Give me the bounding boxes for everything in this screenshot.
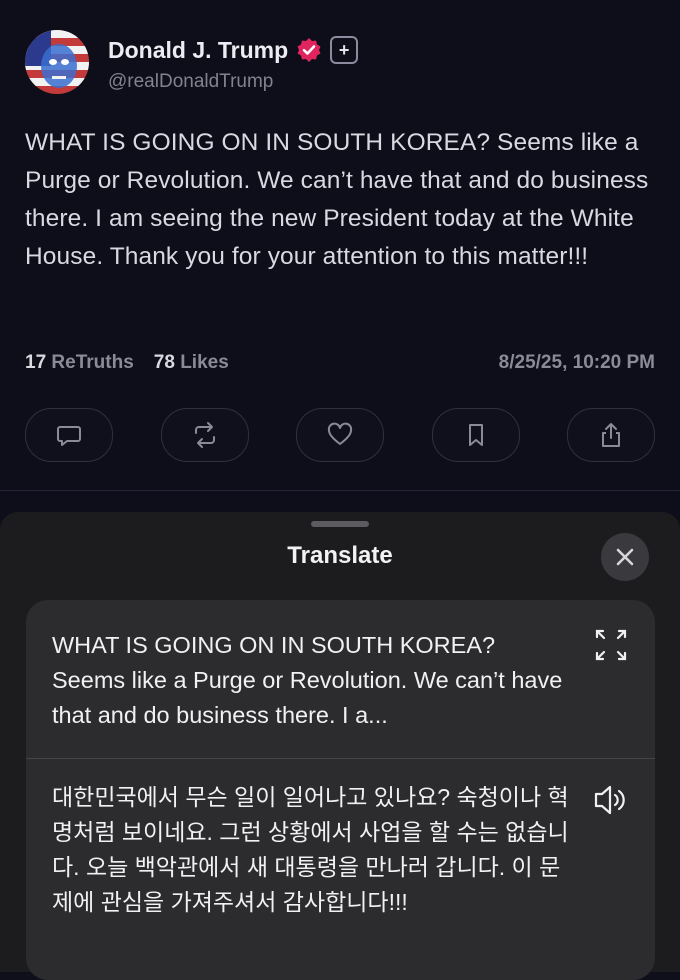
speaker-icon — [594, 785, 625, 815]
likes-stat[interactable]: 78 Likes — [154, 352, 229, 374]
plus-badge-icon: + — [330, 36, 359, 64]
speaker-button[interactable] — [592, 782, 632, 818]
translation-card: WHAT IS GOING ON IN SOUTH KOREA? Seems l… — [26, 600, 655, 980]
source-text: WHAT IS GOING ON IN SOUTH KOREA? Seems l… — [52, 632, 563, 728]
like-button[interactable] — [296, 408, 384, 462]
avatar-image — [25, 30, 89, 94]
retruth-icon — [194, 422, 215, 448]
share-icon — [602, 423, 620, 447]
like-icon — [327, 422, 353, 445]
card-divider — [26, 758, 655, 759]
post-stats: 17 ReTruths 78 Likes — [25, 352, 229, 374]
expand-icon — [595, 629, 627, 661]
likes-label: Likes — [180, 352, 229, 373]
avatar[interactable] — [25, 30, 89, 94]
post-body: WHAT IS GOING ON IN SOUTH KOREA? Seems l… — [25, 129, 649, 270]
handle[interactable]: @realDonaldTrump — [108, 71, 273, 93]
retruths-count: 17 — [25, 352, 47, 373]
translate-sheet: Translate WHAT IS GOING ON IN SOUTH KORE… — [0, 512, 680, 980]
retruth-button[interactable] — [160, 408, 249, 462]
share-button[interactable] — [567, 408, 655, 462]
retruths-stat[interactable]: 17 ReTruths — [25, 352, 134, 374]
reply-icon — [57, 426, 81, 446]
bookmark-button[interactable] — [431, 408, 520, 462]
close-icon — [616, 548, 634, 566]
sheet-title: Translate — [287, 542, 393, 569]
close-button[interactable] — [601, 533, 649, 581]
reply-button[interactable] — [25, 408, 113, 462]
post-timestamp: 8/25/25, 10:20 PM — [498, 352, 655, 373]
sheet-grabber-handle[interactable] — [311, 521, 369, 527]
expand-button[interactable] — [594, 628, 628, 662]
bookmark-icon — [468, 424, 483, 446]
retruths-label: ReTruths — [51, 352, 134, 373]
translated-text: 대한민국에서 무슨 일이 일어나고 있나요? 숙청이나 혁명처럼 보이네요. 그… — [52, 784, 569, 915]
post: Donald J. Trump + @realDonaldTrump WHAT … — [0, 0, 680, 520]
divider — [0, 490, 680, 491]
verified-badge-icon — [296, 37, 322, 63]
post-actions — [25, 408, 655, 462]
likes-count: 78 — [153, 352, 175, 373]
display-name[interactable]: Donald J. Trump — [108, 37, 288, 64]
